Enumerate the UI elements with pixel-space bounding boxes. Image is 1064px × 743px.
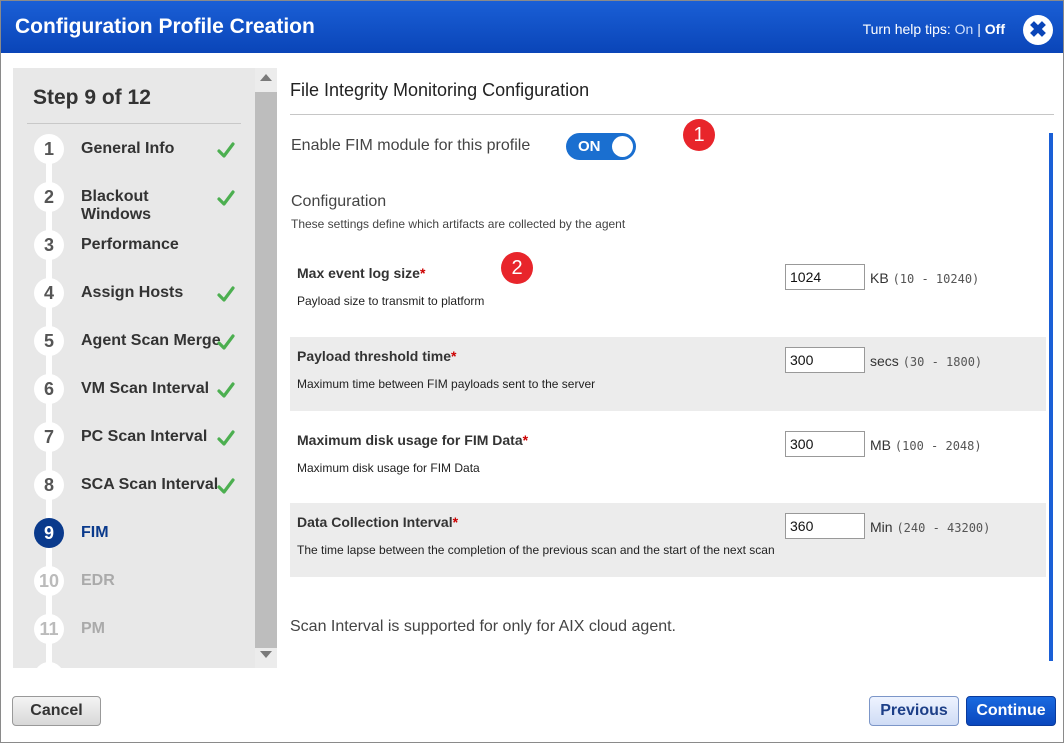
setting-unit: MB (100 - 2048) bbox=[870, 437, 982, 453]
steps-sidebar: Step 9 of 12 1 General Info 2 Blackout W… bbox=[13, 68, 255, 668]
scroll-down-icon[interactable] bbox=[260, 651, 272, 658]
setting-name: Payload threshold time* bbox=[297, 348, 457, 364]
step-number-partial bbox=[34, 662, 64, 668]
step-label: PC Scan Interval bbox=[81, 428, 208, 445]
required-marker: * bbox=[452, 514, 459, 530]
scrollbar-thumb[interactable] bbox=[255, 92, 277, 648]
checkmark-icon bbox=[217, 142, 235, 158]
step-label: EDR bbox=[81, 572, 115, 589]
data-collection-interval-input[interactable]: 360 bbox=[785, 513, 865, 539]
step-label: FIM bbox=[81, 524, 109, 541]
step-number: 11 bbox=[34, 614, 64, 644]
step-number: 3 bbox=[34, 230, 64, 260]
checkmark-icon bbox=[217, 382, 235, 398]
setting-name-text: Maximum disk usage for FIM Data bbox=[297, 432, 523, 448]
sidebar-divider bbox=[27, 123, 241, 124]
close-icon[interactable]: ✖ bbox=[1023, 15, 1053, 45]
step-label: SCA Scan Interval bbox=[81, 476, 219, 493]
dialog-header: Configuration Profile Creation Turn help… bbox=[1, 1, 1063, 53]
setting-description: Maximum time between FIM payloads sent t… bbox=[297, 377, 596, 391]
max-disk-usage-input[interactable]: 300 bbox=[785, 431, 865, 457]
setting-row-max-disk-usage: Maximum disk usage for FIM Data* Maximum… bbox=[290, 421, 1046, 495]
step-number: 10 bbox=[34, 566, 64, 596]
toggle-state-text: ON bbox=[578, 138, 601, 155]
setting-unit: KB (10 - 10240) bbox=[870, 270, 979, 286]
content-scroll-indicator bbox=[1049, 133, 1053, 661]
setting-row-data-collection-interval: Data Collection Interval* The time lapse… bbox=[290, 503, 1046, 577]
page-title: File Integrity Monitoring Configuration bbox=[290, 80, 590, 100]
step-label: Assign Hosts bbox=[81, 284, 184, 301]
checkmark-icon bbox=[217, 430, 235, 446]
checkmark-icon bbox=[217, 190, 235, 206]
required-marker: * bbox=[451, 348, 457, 364]
range-hint: (100 - 2048) bbox=[894, 439, 982, 453]
continue-button[interactable]: Continue bbox=[966, 696, 1056, 726]
cancel-button[interactable]: Cancel bbox=[12, 696, 101, 726]
payload-threshold-time-input[interactable]: 300 bbox=[785, 347, 865, 373]
checkmark-icon bbox=[217, 286, 235, 302]
required-marker: * bbox=[419, 265, 426, 281]
step-label: Performance bbox=[81, 236, 179, 253]
range-hint: (30 - 1800) bbox=[902, 355, 983, 369]
help-tips-label: Turn help tips: bbox=[862, 21, 951, 37]
range-hint: (240 - 43200) bbox=[896, 521, 991, 535]
setting-description: The time lapse between the completion of… bbox=[297, 543, 775, 557]
unit-label: MB bbox=[870, 437, 891, 453]
required-marker: * bbox=[522, 432, 529, 448]
step-label: Agent Scan Merge bbox=[81, 332, 221, 349]
setting-name-text: Max event log size bbox=[297, 265, 420, 281]
range-hint: (10 - 10240) bbox=[892, 272, 980, 286]
checkmark-icon bbox=[217, 334, 235, 350]
title-divider bbox=[290, 114, 1054, 115]
scan-interval-note: Scan Interval is supported for only for … bbox=[290, 618, 676, 635]
step-number: 6 bbox=[34, 374, 64, 404]
setting-name-text: Payload threshold time bbox=[297, 348, 452, 364]
step-counter: Step 9 of 12 bbox=[33, 86, 151, 109]
step-label: Blackout Windows bbox=[81, 188, 152, 223]
fim-enable-toggle[interactable]: ON bbox=[566, 133, 636, 160]
setting-name-text: Data Collection Interval bbox=[297, 514, 453, 530]
help-tips-off-link[interactable]: Off bbox=[985, 21, 1005, 37]
config-profile-dialog: Configuration Profile Creation Turn help… bbox=[0, 0, 1064, 743]
help-tips-separator: | bbox=[977, 21, 981, 37]
setting-row-payload-threshold-time: Payload threshold time* Maximum time bet… bbox=[290, 337, 1046, 411]
configuration-description: These settings define which artifacts ar… bbox=[291, 217, 626, 231]
setting-name: Max event log size* bbox=[297, 265, 425, 281]
checkmark-icon bbox=[217, 478, 235, 494]
step-number: 7 bbox=[34, 422, 64, 452]
setting-name: Maximum disk usage for FIM Data* bbox=[297, 432, 528, 448]
setting-row-max-event-log-size: Max event log size* Payload size to tran… bbox=[290, 254, 1046, 328]
step-label: General Info bbox=[81, 140, 175, 157]
setting-description: Payload size to transmit to platform bbox=[297, 294, 485, 308]
unit-label: secs bbox=[870, 353, 899, 369]
toggle-knob bbox=[612, 136, 633, 157]
step-number: 1 bbox=[34, 134, 64, 164]
dialog-title: Configuration Profile Creation bbox=[15, 15, 315, 38]
step-number: 4 bbox=[34, 278, 64, 308]
setting-unit: Min (240 - 43200) bbox=[870, 519, 990, 535]
step-number: 9 bbox=[34, 518, 64, 548]
step-number: 2 bbox=[34, 182, 64, 212]
help-tips-toggle: Turn help tips: On | Off bbox=[863, 21, 1005, 37]
unit-label: Min bbox=[870, 519, 893, 535]
setting-description: Maximum disk usage for FIM Data bbox=[297, 461, 480, 475]
step-number: 8 bbox=[34, 470, 64, 500]
enable-fim-label: Enable FIM module for this profile bbox=[291, 137, 531, 154]
max-event-log-size-input[interactable]: 1024 bbox=[785, 264, 865, 290]
step-label: PM bbox=[81, 620, 105, 637]
configuration-heading: Configuration bbox=[291, 193, 387, 210]
callout-badge-1: 1 bbox=[683, 119, 715, 151]
setting-name: Data Collection Interval* bbox=[297, 514, 458, 530]
scroll-up-icon[interactable] bbox=[260, 74, 272, 81]
step-number: 5 bbox=[34, 326, 64, 356]
step-label: VM Scan Interval bbox=[81, 380, 210, 397]
unit-label: KB bbox=[870, 270, 889, 286]
sidebar-scrollbar[interactable] bbox=[255, 68, 277, 668]
help-tips-on-link[interactable]: On bbox=[955, 21, 974, 37]
previous-button[interactable]: Previous bbox=[869, 696, 959, 726]
setting-unit: secs (30 - 1800) bbox=[870, 353, 982, 369]
